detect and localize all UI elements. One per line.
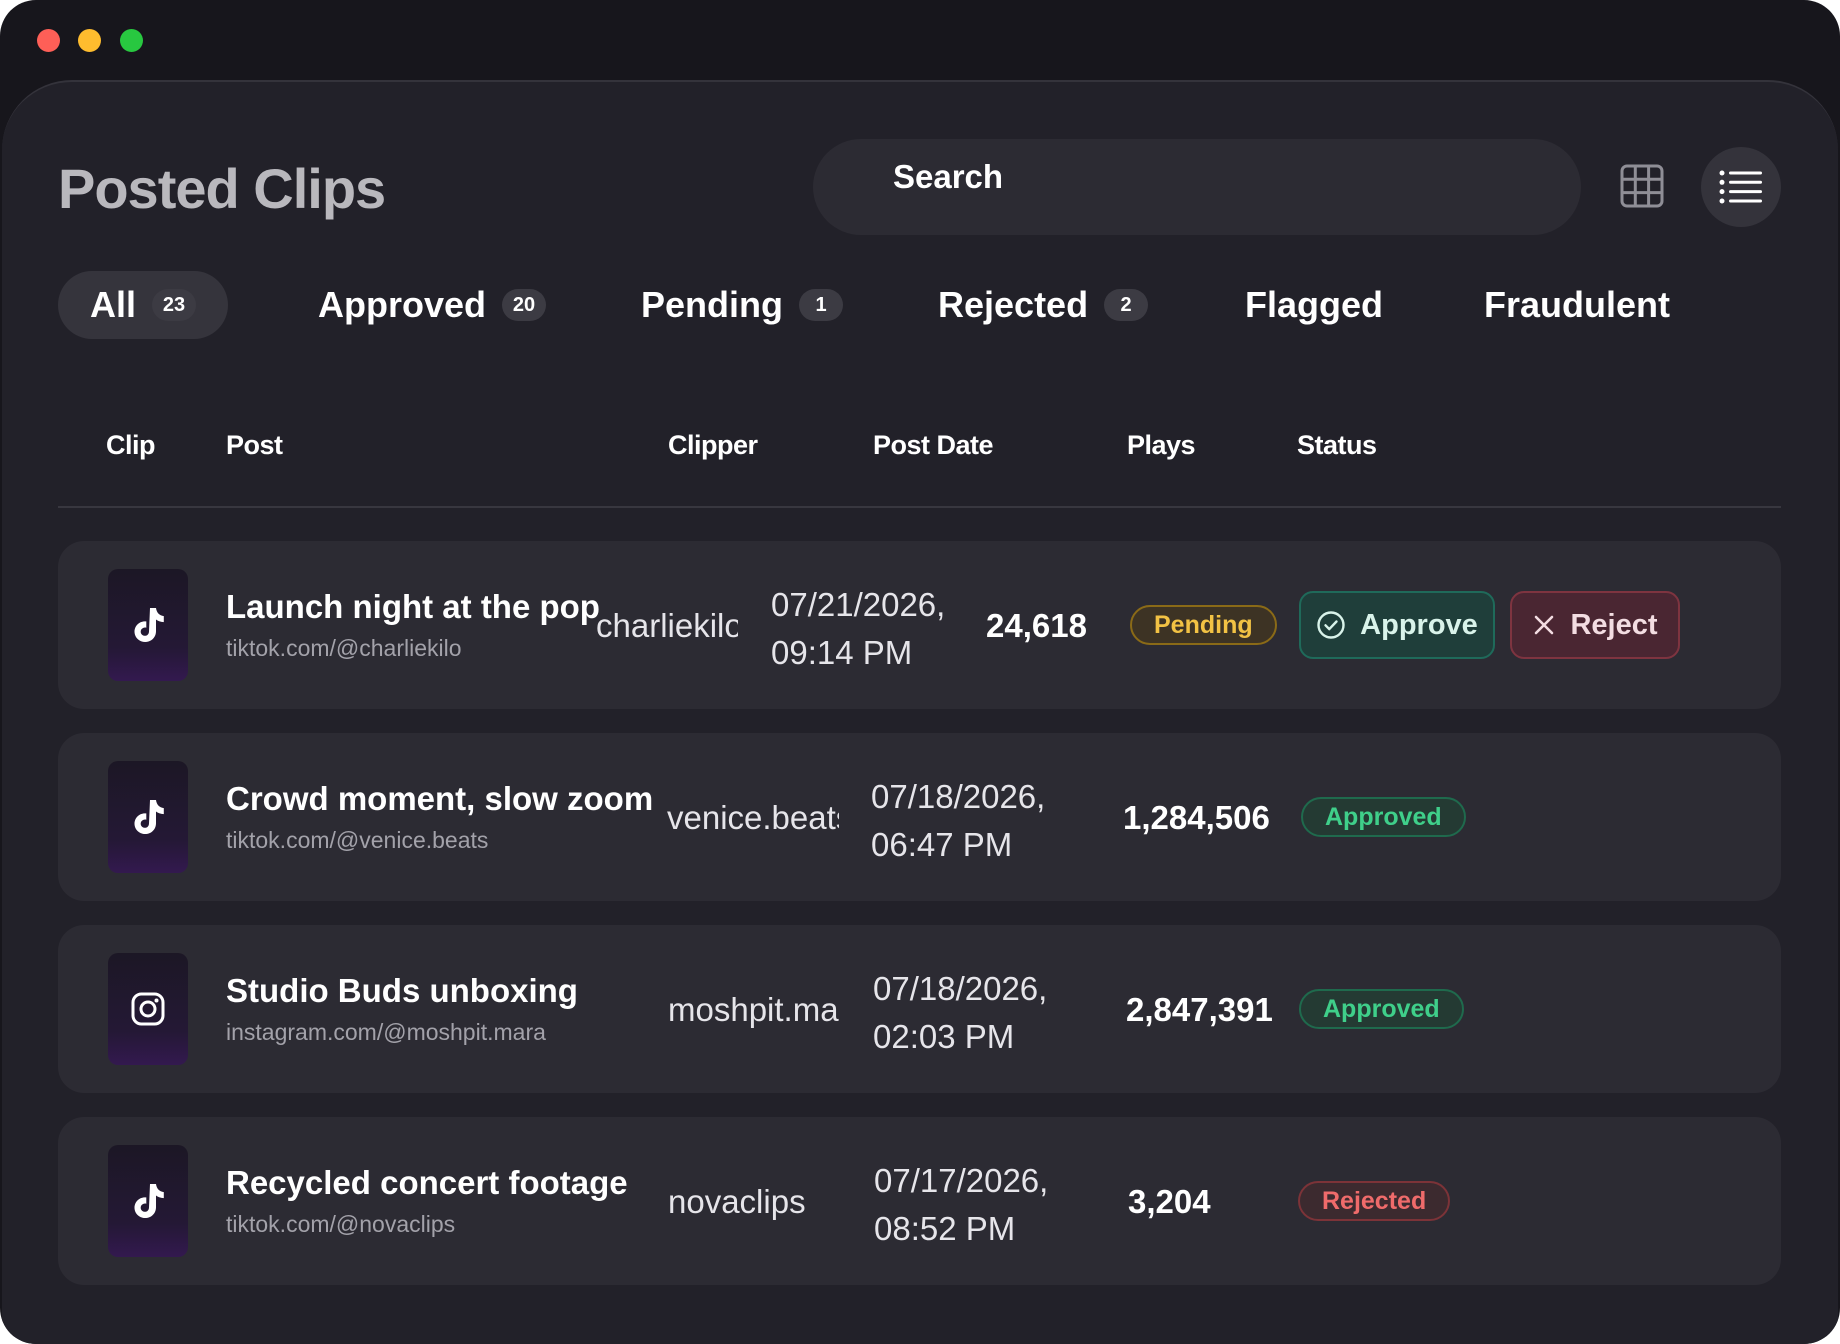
close-window-button[interactable] — [37, 29, 60, 52]
column-header-clipper[interactable]: Clipper — [668, 430, 758, 461]
tab-label: Fraudulent — [1484, 284, 1670, 325]
tab-count-badge: 23 — [152, 289, 197, 321]
post-title[interactable]: Recycled concert footage — [226, 1164, 628, 1202]
clipper-name: venice.beats — [667, 799, 839, 836]
reject-button-label: Reject — [1570, 608, 1658, 641]
post-date: 07/18/2026, 06:47 PM — [871, 773, 1045, 869]
app-window: Posted Clips All 23 Approved 20 Pending — [0, 0, 1840, 1344]
tab-label: All — [90, 284, 137, 325]
post-url[interactable]: tiktok.com/@novaclips — [226, 1211, 455, 1238]
column-header-plays[interactable]: Plays — [1127, 430, 1196, 461]
title-bar — [0, 0, 1840, 80]
tiktok-icon — [134, 608, 164, 642]
clip-thumbnail[interactable] — [108, 761, 188, 873]
reject-button[interactable]: Reject — [1510, 591, 1680, 659]
plays-count: 1,284,506 — [1123, 799, 1270, 836]
post-date-time: 02:03 PM — [873, 1018, 1015, 1055]
tab-label: Flagged — [1245, 284, 1384, 325]
table-row[interactable]: Crowd moment, slow zoom tiktok.com/@veni… — [58, 733, 1781, 901]
post-title[interactable]: Crowd moment, slow zoom — [226, 780, 653, 818]
post-url[interactable]: tiktok.com/@venice.beats — [226, 827, 488, 854]
status-badge: Pending — [1130, 605, 1277, 645]
post-title[interactable]: Studio Buds unboxing — [226, 972, 578, 1010]
tab-label: Rejected — [938, 284, 1089, 325]
column-header-post[interactable]: Post — [226, 430, 283, 461]
grid-view-icon[interactable] — [1620, 164, 1664, 208]
table-row[interactable]: Recycled concert footage tiktok.com/@nov… — [58, 1117, 1781, 1285]
plays-count: 3,204 — [1128, 1183, 1211, 1220]
tab-rejected[interactable]: Rejected 2 — [938, 271, 1149, 339]
post-date-day: 07/18/2026, — [871, 778, 1046, 815]
status-badge: Rejected — [1298, 1181, 1451, 1221]
post-date: 07/17/2026, 08:52 PM — [874, 1157, 1048, 1253]
post-date: 07/21/2026, 09:14 PM — [771, 581, 945, 677]
post-date-time: 06:47 PM — [871, 826, 1013, 863]
tiktok-icon — [134, 1184, 164, 1218]
tab-label: Pending — [641, 284, 783, 325]
status-badge: Approved — [1301, 797, 1466, 837]
approve-button[interactable]: Approve — [1299, 591, 1495, 659]
tab-pending[interactable]: Pending 1 — [641, 271, 843, 339]
clip-thumbnail[interactable] — [108, 569, 188, 681]
column-header-status[interactable]: Status — [1297, 430, 1377, 461]
tab-flagged[interactable]: Flagged — [1245, 271, 1383, 339]
post-date-day: 07/21/2026, — [771, 586, 946, 623]
post-date-day: 07/17/2026, — [874, 1162, 1049, 1199]
clip-thumbnail[interactable] — [108, 1145, 188, 1257]
post-date: 07/18/2026, 02:03 PM — [873, 965, 1047, 1061]
clipper-name: novaclips — [668, 1183, 806, 1220]
post-date-time: 08:52 PM — [874, 1210, 1016, 1247]
post-date-day: 07/18/2026, — [873, 970, 1048, 1007]
search-input[interactable] — [813, 139, 1581, 235]
post-date-time: 09:14 PM — [771, 634, 913, 671]
close-icon — [1535, 615, 1554, 635]
table-row[interactable]: Launch night at the pop tiktok.com/@char… — [58, 541, 1781, 709]
tiktok-icon — [134, 800, 164, 834]
list-view-button[interactable] — [1701, 147, 1781, 227]
minimize-window-button[interactable] — [78, 29, 101, 52]
plays-count: 2,847,391 — [1126, 991, 1273, 1028]
status-badge: Approved — [1299, 989, 1464, 1029]
tab-count-badge: 20 — [502, 289, 547, 321]
table-header: Clip Post Clipper Post Date Plays Status — [0, 430, 1840, 470]
tab-all[interactable]: All 23 — [58, 271, 229, 339]
check-circle-icon — [1317, 611, 1345, 639]
column-header-clip[interactable]: Clip — [106, 430, 156, 461]
header-divider — [58, 506, 1781, 508]
post-title[interactable]: Launch night at the pop — [226, 588, 600, 626]
column-header-post-date[interactable]: Post Date — [873, 430, 994, 461]
tab-label: Approved — [318, 284, 487, 325]
approve-button-label: Approve — [1360, 608, 1478, 641]
instagram-icon — [131, 992, 165, 1026]
post-url[interactable]: instagram.com/@moshpit.mara — [226, 1019, 546, 1046]
clip-thumbnail[interactable] — [108, 953, 188, 1065]
table-row[interactable]: Studio Buds unboxing instagram.com/@mosh… — [58, 925, 1781, 1093]
zoom-window-button[interactable] — [120, 29, 143, 52]
post-url[interactable]: tiktok.com/@charliekilo — [226, 635, 462, 662]
tab-count-badge: 1 — [799, 289, 843, 321]
clipper-name: moshpit.mara — [668, 991, 840, 1028]
tab-fraudulent[interactable]: Fraudulent — [1484, 271, 1670, 339]
clipper-name: charliekilo — [596, 607, 738, 644]
plays-count: 24,618 — [986, 607, 1087, 644]
list-icon — [1719, 170, 1762, 204]
tab-count-badge: 2 — [1104, 289, 1149, 321]
page-title: Posted Clips — [58, 157, 386, 220]
tab-approved[interactable]: Approved 20 — [318, 271, 547, 339]
